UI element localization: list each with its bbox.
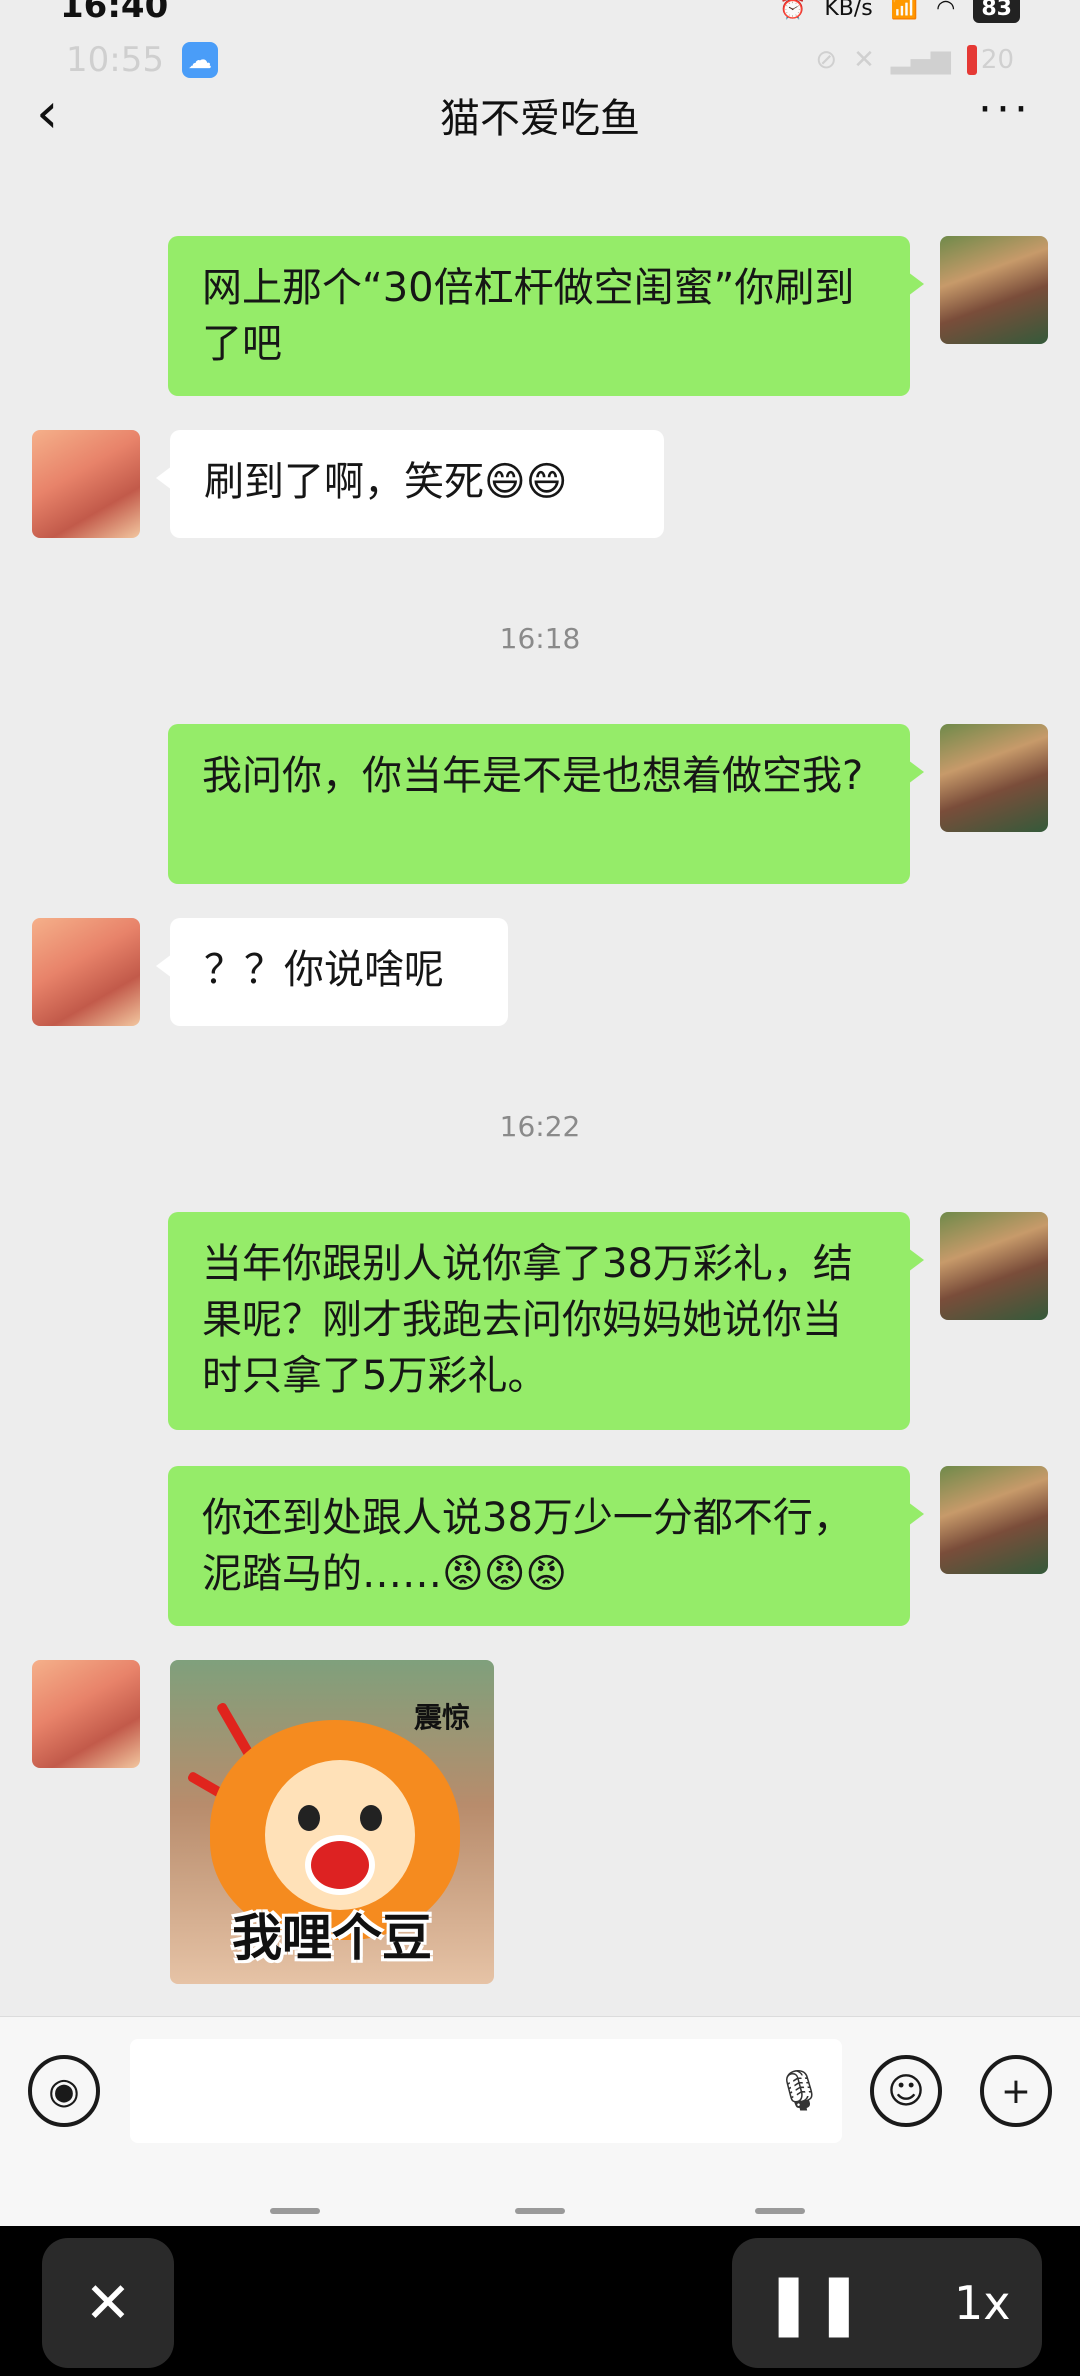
inner-battery: 20: [966, 45, 1014, 75]
more-options-icon[interactable]: ···: [978, 84, 1032, 135]
weather-icon: ☁: [181, 42, 218, 78]
chat-header: ‹ 猫不爱吃鱼 ···: [0, 80, 1080, 150]
microphone-icon[interactable]: 🎙: [774, 2067, 825, 2117]
my-avatar[interactable]: [940, 236, 1048, 344]
playback-speed[interactable]: 1x: [954, 2276, 1011, 2330]
menu-icon[interactable]: [270, 2208, 320, 2214]
message-input[interactable]: 🎙: [130, 2039, 842, 2143]
alarm-off-icon: ⊘: [815, 45, 838, 75]
back-icon[interactable]: ‹: [36, 86, 86, 146]
chat-timestamp: 16:22: [499, 1110, 581, 1143]
emoji-icon[interactable]: ☺: [870, 2055, 942, 2127]
sticker-caption-bottom: 我哩个豆: [232, 1909, 432, 1967]
back-nav-icon[interactable]: [755, 2208, 805, 2214]
message-bubble-sent[interactable]: 我问你，你当年是不是也想着做空我?: [168, 724, 924, 884]
alarm-icon: ⏰: [778, 0, 807, 21]
my-avatar[interactable]: [940, 1212, 1048, 1320]
monkey-eye: [298, 1805, 320, 1831]
voice-input-icon[interactable]: ◉: [28, 2055, 100, 2127]
message-text: 你还到处跟人说38万少一分都不行，泥踏马的……😡😡😡: [202, 1495, 853, 1597]
contact-avatar[interactable]: [32, 1660, 140, 1768]
sticker-image[interactable]: 震惊 我哩个豆: [170, 1660, 494, 1984]
message-text: 我问你，你当年是不是也想着做空我?: [202, 753, 864, 799]
message-text: ？？你说啥呢: [204, 947, 444, 993]
message-bubble-sent[interactable]: 你还到处跟人说38万少一分都不行，泥踏马的……😡😡😡: [168, 1466, 924, 1626]
system-nav-bar: [0, 2196, 1080, 2226]
playback-controls: ❚❚ 1x: [732, 2238, 1042, 2368]
network-speed: KB/s: [824, 0, 873, 21]
battery-low-indicator: [966, 45, 977, 75]
message-bubble-sent[interactable]: 网上那个“30倍杠杆做空闺蜜”你刷到了吧: [168, 236, 924, 396]
chat-title: 猫不爱吃鱼: [440, 96, 640, 142]
monkey-eye: [360, 1805, 382, 1831]
inner-clock: 10:55: [66, 40, 164, 80]
message-bubble-received[interactable]: 刷到了啊，笑死😄😄: [156, 430, 664, 538]
signal-icon: ▂▄▆: [890, 45, 951, 75]
outer-status-bar: 16:40 ⏰ KB/s 📶 ◠ 83: [0, 0, 1080, 30]
close-icon[interactable]: ✕: [42, 2238, 174, 2368]
video-player-bar: ✕ ❚❚ 1x: [0, 2226, 1080, 2376]
chat-input-bar: ◉ 🎙 ☺ +: [0, 2016, 1080, 2196]
wifi-icon: ◠: [936, 0, 956, 21]
plus-icon[interactable]: +: [980, 2055, 1052, 2127]
message-text: 网上那个“30倍杠杆做空闺蜜”你刷到了吧: [202, 265, 855, 367]
outer-clock: 16:40: [60, 0, 169, 26]
contact-avatar[interactable]: [32, 918, 140, 1026]
vibrate-icon: ✕: [853, 45, 875, 75]
chat-timestamp: 16:18: [499, 622, 581, 655]
signal-icon: 📶: [890, 0, 919, 21]
pause-icon[interactable]: ❚❚: [763, 2268, 864, 2338]
monkey-mouth: [305, 1835, 375, 1895]
sticker-caption-top: 震惊: [413, 1701, 470, 1734]
message-text: 刷到了啊，笑死😄😄: [204, 459, 568, 505]
outer-battery: 83: [973, 0, 1020, 23]
inner-battery-level: 20: [980, 45, 1014, 75]
message-text: 当年你跟别人说你拿了38万彩礼，结果呢？刚才我跑去问你妈妈她说你当时只拿了5万彩…: [202, 1241, 853, 1399]
message-bubble-sent[interactable]: 当年你跟别人说你拿了38万彩礼，结果呢？刚才我跑去问你妈妈她说你当时只拿了5万彩…: [168, 1212, 924, 1430]
my-avatar[interactable]: [940, 1466, 1048, 1574]
contact-avatar[interactable]: [32, 430, 140, 538]
home-icon[interactable]: [515, 2208, 565, 2214]
message-bubble-received[interactable]: ？？你说啥呢: [156, 918, 508, 1026]
my-avatar[interactable]: [940, 724, 1048, 832]
outer-status-icons: ⏰ KB/s 📶 ◠ 83: [779, 0, 1020, 23]
